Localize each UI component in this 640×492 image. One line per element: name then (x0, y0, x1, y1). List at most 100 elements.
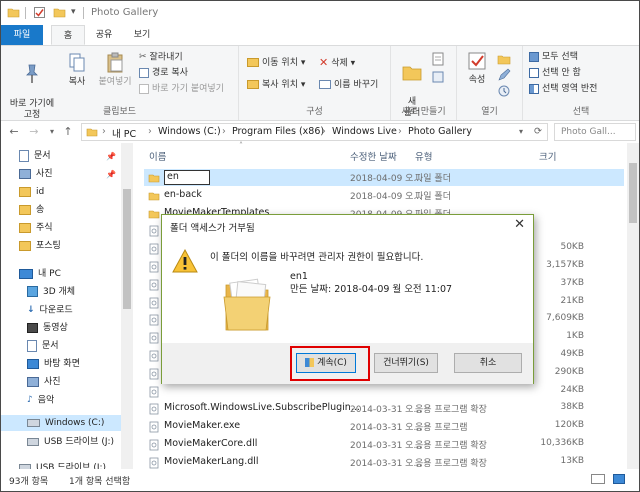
column-name[interactable]: 이름 (149, 149, 166, 163)
delete-button[interactable]: ✕ 삭제 ▾ (319, 56, 355, 70)
crumb-this-pc[interactable]: 내 PC (112, 126, 136, 140)
paste-button[interactable]: 붙여넣기 (93, 52, 137, 88)
forward-arrow-icon[interactable]: → (27, 125, 41, 139)
nav-item-3d-objects[interactable]: 3D 개체 (27, 283, 75, 301)
nav-item-documents[interactable]: 문서 (19, 147, 51, 165)
column-date[interactable]: 수정한 날짜 (350, 149, 397, 163)
file-scrollbar-thumb[interactable] (629, 163, 637, 223)
history-icon[interactable] (497, 84, 511, 98)
copy-button[interactable]: 복사 (63, 52, 91, 88)
address-bar-row: ← → ▾ ↑ › 내 PC › Windows (C:) › Program … (1, 121, 639, 143)
table-row[interactable]: MovieMaker.exe 2014-03-31 오... 응용 프로그램 120K… (144, 418, 624, 435)
copy-to-button[interactable]: 복사 위치 ▾ (247, 78, 305, 92)
file-name: Microsoft.WindowsLive.SubscribePlugin... (164, 402, 360, 414)
new-item-icon[interactable] (431, 52, 445, 66)
nav-scrollbar[interactable] (121, 143, 133, 469)
nav-item-id[interactable]: id (19, 183, 44, 201)
nav-item-music[interactable]: ♪ 음악 (27, 391, 54, 409)
nav-item-pictures[interactable]: 사진 (19, 165, 53, 183)
refresh-icon[interactable]: ⟳ (534, 126, 542, 137)
recent-dropdown-icon[interactable]: ▾ (45, 125, 59, 139)
file-size: 21KB (560, 295, 584, 306)
crumb-separator: › (322, 126, 326, 137)
nav-item-documents-pc[interactable]: 문서 (27, 337, 59, 355)
file-icon (149, 350, 159, 362)
table-row[interactable]: MovieMakerCore.dll 2014-03-31 오... 응용 프로그램… (144, 436, 624, 453)
up-arrow-icon[interactable]: ↑ (61, 125, 75, 139)
column-size[interactable]: 크기 (539, 149, 556, 163)
file-date: 2014-03-31 오... (350, 458, 423, 469)
skip-button[interactable]: 건너뛰기(S) (374, 353, 438, 373)
properties-check-icon[interactable] (33, 6, 46, 19)
crumb-photo-gallery[interactable]: Photo Gallery (408, 126, 472, 137)
select-none-button[interactable]: 선택 안 함 (529, 66, 581, 80)
nav-item-downloads[interactable]: ↓ 다운로드 (27, 301, 73, 319)
crumb-drive-c[interactable]: Windows (C:) (158, 126, 221, 137)
address-folder-icon (86, 128, 98, 137)
tab-view[interactable]: 보기 (125, 25, 159, 45)
nav-scrollbar-thumb[interactable] (123, 189, 131, 309)
table-row[interactable]: Microsoft.WindowsLive.SubscribePlugin...… (144, 400, 624, 417)
properties-button[interactable]: 속성 (461, 50, 493, 86)
organize-group-label: 구성 (306, 107, 323, 117)
large-icons-view-icon[interactable] (613, 474, 625, 484)
nav-item-drive-c[interactable]: Windows (C:) (27, 414, 104, 432)
address-dropdown-icon[interactable]: ▾ (519, 127, 523, 136)
nav-item-usb-drive[interactable]: USB 드라이브 (J:) (27, 433, 114, 451)
pin-icon[interactable]: 📌 (106, 170, 116, 179)
tab-home[interactable]: 홈 (51, 25, 85, 45)
cancel-button[interactable]: 취소 (454, 353, 522, 373)
nav-item-song[interactable]: 송 (19, 201, 44, 219)
selected-count: 1개 항목 선택함 (69, 477, 131, 487)
title-bar: ▾ Photo Gallery (1, 1, 639, 25)
pin-icon[interactable]: 📌 (106, 152, 116, 161)
tab-share[interactable]: 공유 (87, 25, 121, 45)
download-arrow-icon: ↓ (27, 305, 35, 315)
edit-icon[interactable] (497, 68, 511, 82)
search-input[interactable]: Photo Gall... (554, 123, 636, 141)
file-size: 37KB (560, 277, 584, 288)
select-all-button[interactable]: 모두 선택 (529, 50, 578, 64)
crumb-windows-live[interactable]: Windows Live (332, 126, 397, 137)
table-row[interactable]: en 2018-04-09 오... 파일 폴더 (144, 169, 624, 186)
address-box[interactable]: › 내 PC › Windows (C:) › Program Files (x… (81, 123, 548, 141)
file-scrollbar[interactable] (627, 143, 639, 469)
open-icon[interactable] (497, 52, 511, 66)
file-icon (149, 297, 159, 308)
folder-icon (19, 186, 31, 197)
new-folder-quick-icon[interactable] (53, 6, 66, 19)
nav-item-this-pc[interactable]: 내 PC (19, 265, 61, 283)
close-icon[interactable]: ✕ (514, 217, 525, 232)
move-to-button[interactable]: 이동 위치 ▾ (247, 56, 305, 70)
title-separator (25, 7, 26, 19)
title-separator (83, 7, 84, 19)
file-size: 50KB (560, 242, 584, 253)
table-row[interactable]: 24KB (144, 383, 624, 400)
back-arrow-icon[interactable]: ← (7, 125, 21, 139)
organize-group: 이동 위치 ▾ 복사 위치 ▾ ✕ 삭제 ▾ 이름 바꾸기 구성 (239, 46, 391, 120)
nav-item-stocks[interactable]: 주식 (19, 219, 53, 237)
crumb-separator: › (148, 126, 152, 137)
tab-file[interactable]: 파일 (1, 25, 43, 45)
details-view-icon[interactable] (591, 474, 605, 484)
file-icon (149, 261, 159, 273)
easy-access-icon[interactable] (431, 70, 445, 84)
nav-item-pictures-pc[interactable]: 사진 (27, 373, 61, 391)
new-group: 새 폴더 새로 만들기 (391, 46, 457, 120)
cut-button[interactable]: ✂ 잘라내기 (139, 50, 183, 64)
rename-button[interactable]: 이름 바꾸기 (319, 78, 378, 92)
continue-highlight-box (290, 346, 370, 381)
invert-selection-button[interactable]: 선택 영역 반전 (529, 82, 597, 96)
large-folder-icon (223, 278, 271, 331)
crumb-program-files[interactable]: Program Files (x86) (232, 126, 324, 137)
table-row[interactable]: en-back 2018-04-09 오... 파일 폴더 (144, 187, 624, 204)
copy-path-button[interactable]: 경로 복사 (139, 66, 188, 80)
nav-item-desktop[interactable]: 바탕 화면 (27, 355, 80, 373)
warning-icon (172, 249, 198, 273)
ribbon: 바로 가기에 고정 복사 붙여넣기 ✂ 잘라내기 경로 복사 바로 가기 붙여넣기… (1, 45, 639, 121)
paste-shortcut-button[interactable]: 바로 가기 붙여넣기 (139, 82, 224, 96)
nav-item-posting[interactable]: 포스팅 (19, 237, 61, 255)
column-type[interactable]: 유형 (415, 149, 432, 163)
nav-item-videos[interactable]: 동영상 (27, 319, 68, 337)
invert-selection-icon (529, 83, 539, 94)
